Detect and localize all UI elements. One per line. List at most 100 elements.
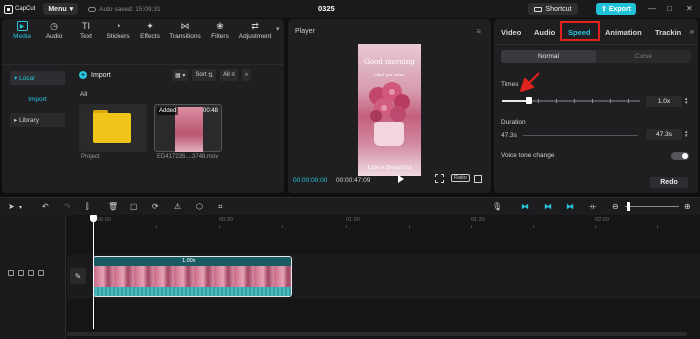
autosave-text: Auto saved: 15:09:31 <box>99 5 161 13</box>
reverse-icon[interactable]: ⟳ <box>152 202 159 211</box>
maximize-icon[interactable]: □ <box>667 4 672 13</box>
microphone-icon[interactable]: 🎙 <box>492 202 502 211</box>
tab-effects[interactable]: ✦ Effects <box>134 21 166 45</box>
cursor-icon[interactable]: ➤ <box>8 202 15 211</box>
chevron-down-icon[interactable]: ▾ <box>19 204 22 211</box>
voice-tone-toggle[interactable] <box>671 152 689 160</box>
media-panel: ▶ Media ◷ Audio TI Text ◔ Stickers ✦ Eff… <box>2 19 284 193</box>
shortcut-button[interactable]: Shortcut <box>528 3 578 15</box>
zoom-out-icon[interactable]: ⊖ <box>612 202 619 211</box>
total-timecode: 00:00:47:09 <box>336 177 371 184</box>
search-button[interactable]: ⌕ <box>241 69 252 81</box>
app-logo: CapCut <box>4 4 35 14</box>
tab-audio[interactable]: ◷ Audio <box>38 21 70 45</box>
mirror-icon[interactable]: ⚠ <box>174 202 181 211</box>
undo-icon[interactable]: ↶ <box>42 202 49 211</box>
zoom-slider-knob[interactable] <box>627 202 630 211</box>
duration-input[interactable]: 47.3s <box>646 129 682 140</box>
duration-original: 47.3s <box>501 132 517 139</box>
tab-animation[interactable]: Animation <box>605 28 642 37</box>
linkage-icon[interactable]: ⧓ <box>566 202 574 211</box>
tab-video[interactable]: Video <box>501 28 521 37</box>
timeline-toolbar: ➤ ▾ ↶ ↷ ⫿ 🗑 ▢ ⟳ ⚠ ⬡ ⌗ 🎙 ⧓ ⧓ ⧓ ⟛ ⊖ ⊕ <box>0 197 700 215</box>
export-label: Export <box>608 5 632 13</box>
nav-library-label: Library <box>19 116 39 124</box>
ruler-label: 00:30 <box>219 217 233 223</box>
duration-stepper-icon[interactable]: ▲ ▼ <box>684 129 688 138</box>
mode-normal[interactable]: Normal <box>501 50 596 63</box>
tab-transitions[interactable]: ⋈ Transitions <box>166 21 204 45</box>
times-slider-knob[interactable] <box>526 97 532 104</box>
ruler-tick <box>409 225 410 228</box>
export-icon: ⇪ <box>600 6 607 13</box>
playhead[interactable] <box>93 215 94 329</box>
nav-library[interactable]: ▸ Library <box>10 113 65 127</box>
transitions-icon: ⋈ <box>180 20 190 31</box>
zoom-slider[interactable] <box>625 206 679 207</box>
all-filter-button[interactable]: All ≡ <box>220 69 238 81</box>
chevron-down-icon[interactable]: ▾ <box>276 25 280 33</box>
crop-icon[interactable]: ⌗ <box>218 202 223 212</box>
view-toggle-button[interactable]: ▦ ▾ <box>172 69 189 81</box>
video-preview[interactable]: Good morning Glad you came Life is Beaut… <box>358 44 421 176</box>
times-input[interactable]: 1.0x <box>646 96 682 107</box>
frame-caption: Life is Beautiful <box>367 165 412 171</box>
close-icon[interactable]: ✕ <box>686 4 693 13</box>
vase-image <box>374 122 404 146</box>
media-item-video[interactable]: Added 00:48 <box>154 104 222 152</box>
crop-focus-icon[interactable] <box>435 174 444 183</box>
import-label: Import <box>91 71 111 79</box>
tab-media[interactable]: ▶ Media <box>6 21 38 45</box>
redo-icon: ↷ <box>64 202 71 211</box>
chevrons-right-icon[interactable]: » <box>690 27 694 36</box>
lock-icon[interactable] <box>18 270 24 276</box>
delete-icon[interactable]: 🗑 <box>108 202 118 211</box>
tab-text[interactable]: TI Text <box>70 21 102 45</box>
import-button[interactable]: + Import <box>79 71 111 79</box>
hide-icon[interactable] <box>28 270 34 276</box>
divider <box>494 44 698 45</box>
tab-transitions-label: Transitions <box>169 33 201 40</box>
fullscreen-icon[interactable] <box>474 175 482 183</box>
media-item-project[interactable] <box>79 104 147 152</box>
times-stepper-icon[interactable]: ▲ ▼ <box>684 96 688 105</box>
rotate-icon[interactable]: ⬡ <box>196 202 203 211</box>
tab-filters[interactable]: ❀ Filters <box>204 21 236 45</box>
tab-audio[interactable]: Audio <box>534 28 555 37</box>
ratio-button[interactable]: Ratio <box>451 174 470 182</box>
video-thumbnail <box>175 107 203 152</box>
tab-tracking[interactable]: Trackin <box>655 28 681 37</box>
mode-curve[interactable]: Curve <box>596 50 691 63</box>
stickers-icon: ◔ <box>115 21 121 31</box>
nav-import[interactable]: Import <box>10 92 65 106</box>
red-arrow-icon <box>520 72 540 92</box>
tab-adjustment[interactable]: ⇄ Adjustment <box>236 21 274 45</box>
split-icon[interactable]: ⫿ <box>86 202 89 212</box>
minimize-icon[interactable]: — <box>648 4 656 13</box>
freeze-icon[interactable]: ▢ <box>130 202 138 211</box>
ruler-tick <box>533 225 534 228</box>
tab-stickers-label: Stickers <box>106 33 130 40</box>
nav-local[interactable]: ▾ Local <box>10 71 65 85</box>
export-button[interactable]: ⇪ Export <box>596 3 636 15</box>
tab-stickers[interactable]: ◔ Stickers <box>102 21 134 45</box>
timeline-scrollbar[interactable] <box>67 332 687 336</box>
effects-icon: ✦ <box>146 20 154 31</box>
slider-tick <box>538 99 539 103</box>
times-slider[interactable] <box>502 100 640 102</box>
cover-edit-button[interactable]: ✎ <box>70 268 86 284</box>
video-clip[interactable]: 1.00x <box>93 256 292 297</box>
mute-icon[interactable] <box>38 270 44 276</box>
play-icon[interactable] <box>398 175 404 183</box>
main-track-magnet-icon[interactable]: ⧓ <box>521 202 529 211</box>
track-visibility-icon[interactable] <box>8 270 14 276</box>
menu-icon[interactable]: ≡ <box>476 27 481 36</box>
menu-button[interactable]: Menu ▾ <box>43 3 79 15</box>
ruler-tick <box>346 225 347 228</box>
sort-button[interactable]: Sort ⇅ <box>192 69 217 81</box>
speed-tab-highlight <box>560 21 600 41</box>
preview-axis-icon[interactable]: ⟛ <box>589 202 596 212</box>
zoom-in-icon[interactable]: ⊕ <box>684 202 691 211</box>
auto-snap-icon[interactable]: ⧓ <box>544 202 552 211</box>
redo-button[interactable]: Redo <box>650 177 688 188</box>
